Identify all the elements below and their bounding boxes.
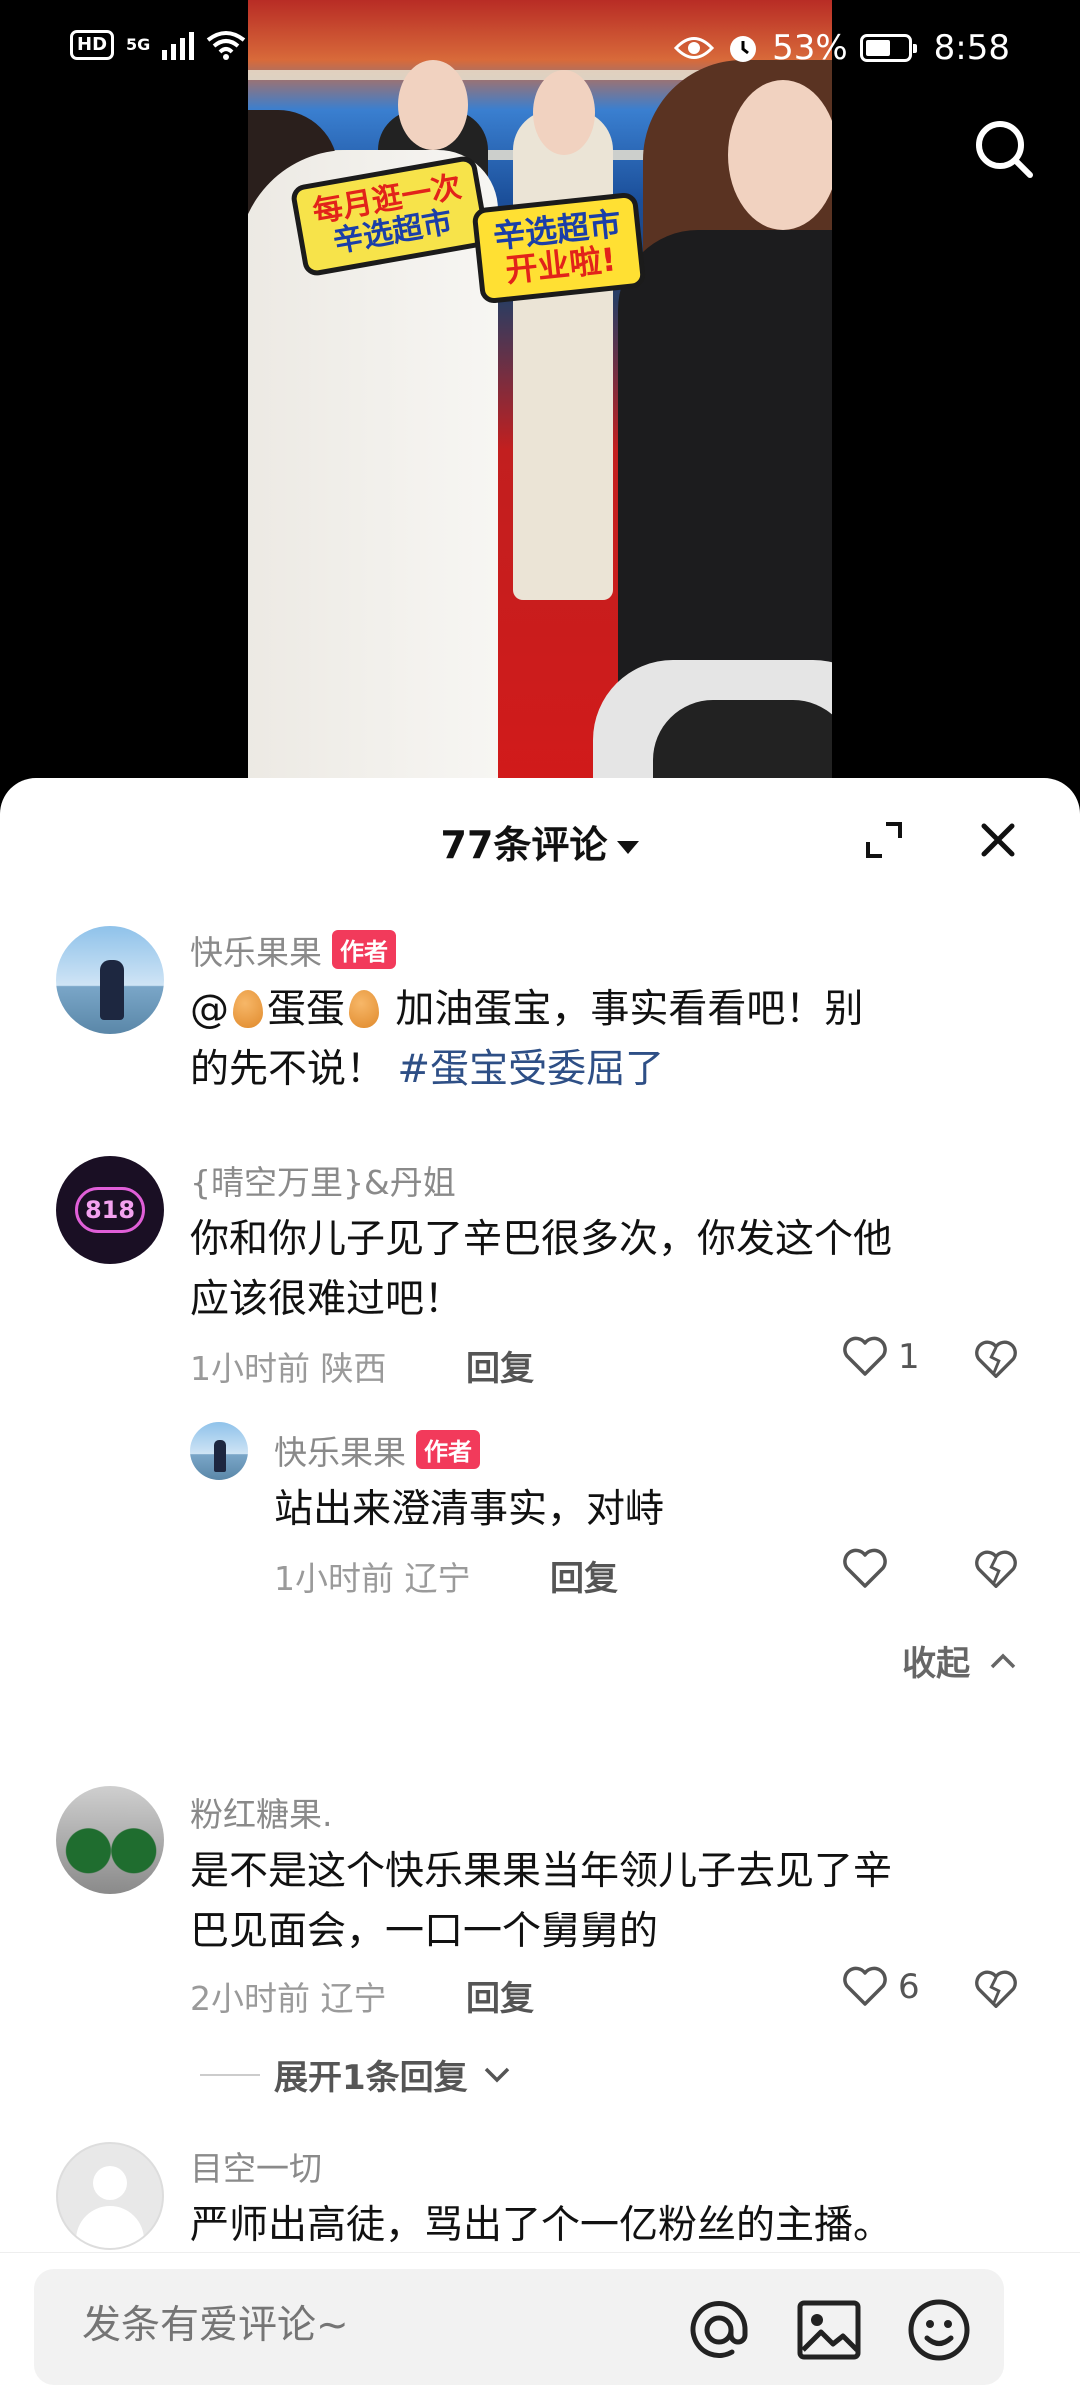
expand-replies-button[interactable]: 展开1条回复	[200, 2050, 512, 2099]
mention-at: @	[190, 987, 229, 1032]
video-person	[513, 110, 613, 600]
search-button[interactable]	[964, 110, 1044, 190]
like-count: 1	[898, 1337, 920, 1377]
like-button[interactable]: 1	[842, 1336, 920, 1378]
broken-heart-icon[interactable]	[974, 1968, 1018, 2012]
caret-down-icon	[617, 841, 640, 854]
comment-input-box[interactable]	[34, 2269, 1004, 2385]
avatar[interactable]: 818	[56, 1156, 164, 1264]
chevron-down-icon	[484, 2067, 509, 2082]
comment-text-line: 的先不说！	[190, 1047, 398, 1092]
reply-button[interactable]: 回复	[550, 1551, 618, 1600]
status-bar: HD 5G 53% 8:58	[0, 0, 1080, 104]
close-icon[interactable]	[978, 820, 1018, 860]
comment-time: 1小时前	[190, 1349, 310, 1388]
comment-text: 严师出高徒，骂出了个一亿粉丝的主播。	[190, 2196, 1060, 2256]
collapse-replies-button[interactable]: 收起	[902, 1636, 1018, 1685]
comment-time: 2小时前	[190, 1979, 310, 2018]
heart-icon[interactable]	[842, 1548, 888, 1590]
comment-input-bar	[0, 2252, 1080, 2400]
heart-icon	[843, 1336, 887, 1376]
chevron-up-icon	[990, 1653, 1016, 1669]
reply-button[interactable]: 回复	[466, 1341, 534, 1390]
comment-meta: 1小时前 陕西	[190, 1342, 387, 1390]
comment-text-line: 巴见面会，一口一个舅舅的	[190, 1909, 659, 1954]
battery-icon	[859, 34, 917, 62]
comment-username[interactable]: 快乐果果 作者	[190, 926, 396, 974]
battery-percent: 53%	[772, 28, 848, 68]
video-player[interactable]: 每月逛一次 辛选超市 辛选超市 开业啦!	[248, 0, 832, 800]
comment-time: 1小时前	[274, 1559, 394, 1598]
comments-count: 77条评论	[440, 823, 608, 867]
comment-username[interactable]: 粉红糖果.	[190, 1788, 333, 1836]
heart-icon	[843, 1966, 887, 2006]
network-type: 5G	[126, 35, 151, 54]
comment-username[interactable]: 目空一切	[190, 2142, 322, 2190]
like-button[interactable]: 6	[842, 1966, 920, 2008]
comment-location: 辽宁	[320, 1979, 387, 2018]
comment-text: 你和你儿子见了辛巴很多次，你发这个他 应该很难过吧！	[190, 1210, 1050, 1330]
comment-text-line: 应该很难过吧！	[190, 1277, 464, 1322]
comment-text: @ 蛋蛋 加油蛋宝，事实看看吧！别 的先不说！ #蛋宝受委屈了	[190, 980, 1020, 1100]
signal-icon	[162, 30, 195, 60]
avatar[interactable]	[56, 926, 164, 1034]
mention-text[interactable]: 蛋蛋	[267, 987, 345, 1032]
avatar-figure	[214, 1440, 226, 1472]
expand-icon[interactable]	[864, 820, 904, 860]
comment-meta: 1小时前 辽宁	[274, 1552, 471, 1600]
wifi-icon	[207, 31, 246, 60]
comment-text-line: 站出来澄清事实，对峙	[274, 1487, 665, 1532]
comment-location: 陕西	[320, 1349, 387, 1388]
image-button[interactable]	[794, 2295, 864, 2365]
comment-meta: 2小时前 辽宁	[190, 1972, 387, 2020]
clock: 8:58	[933, 28, 1010, 68]
comment-text: 是不是这个快乐果果当年领儿子去见了辛 巴见面会，一口一个舅舅的	[190, 1842, 1050, 1962]
video-sign: 辛选超市 开业啦!	[471, 191, 647, 305]
search-icon	[976, 120, 1033, 178]
username-text: 快乐果果	[190, 933, 322, 972]
avatar[interactable]	[56, 1786, 164, 1894]
comment-username[interactable]: {晴空万里}&丹姐	[190, 1156, 456, 1204]
mention-button[interactable]	[684, 2295, 754, 2365]
hd-indicator: HD	[70, 30, 115, 60]
comment-location: 辽宁	[404, 1559, 471, 1598]
sheet-header: 77条评论	[0, 778, 1080, 900]
username-text: 快乐果果	[274, 1433, 406, 1472]
author-badge: 作者	[416, 1430, 480, 1469]
egg-emoji-icon	[233, 990, 263, 1028]
comment-input[interactable]	[82, 2303, 642, 2348]
collapse-label: 收起	[902, 1644, 971, 1684]
comment-sheet: 77条评论 快乐果果 作者 @ 蛋蛋 加油蛋宝，事实看看吧！别 的先不说！ #蛋宝受…	[0, 778, 1080, 2400]
comment-text-line: 你和你儿子见了辛巴很多次，你发这个他	[190, 1217, 893, 1262]
comment-username[interactable]: 快乐果果 作者	[274, 1426, 480, 1474]
alarm-icon	[730, 36, 757, 62]
avatar[interactable]	[190, 1422, 248, 1480]
comment-text-line: 严师出高徒，骂出了个一亿粉丝的主播。	[190, 2203, 893, 2248]
comment-text: 站出来澄清事实，对峙	[274, 1480, 1034, 1540]
avatar-text: 818	[75, 1187, 145, 1233]
comment-text-line: 是不是这个快乐果果当年领儿子去见了辛	[190, 1849, 893, 1894]
like-count: 6	[898, 1967, 920, 2007]
avatar[interactable]	[56, 2142, 164, 2250]
broken-heart-icon[interactable]	[974, 1338, 1018, 1382]
avatar-figure	[100, 960, 124, 1020]
broken-heart-icon[interactable]	[974, 1548, 1018, 1592]
at-icon	[690, 2300, 748, 2358]
comment-text-line: 加油蛋宝，事实看看吧！别	[383, 987, 864, 1032]
divider	[200, 2073, 260, 2076]
image-icon	[797, 2300, 861, 2360]
hashtag-link[interactable]: #蛋宝受委屈了	[397, 1047, 664, 1092]
egg-emoji-icon	[349, 990, 380, 1028]
avatar-default-body	[76, 2206, 144, 2248]
eye-icon	[674, 37, 715, 59]
expand-label: 展开1条回复	[274, 2058, 468, 2098]
screen: 每月逛一次 辛选超市 辛选超市 开业啦! HD 5G 53% 8:58 77条评…	[0, 0, 1080, 2400]
emoji-button[interactable]	[904, 2295, 974, 2365]
author-badge: 作者	[332, 930, 396, 969]
emoji-icon	[908, 2299, 970, 2361]
comments-count-dropdown[interactable]: 77条评论	[0, 814, 1080, 869]
reply-button[interactable]: 回复	[466, 1971, 534, 2020]
avatar-default-head	[93, 2166, 127, 2200]
